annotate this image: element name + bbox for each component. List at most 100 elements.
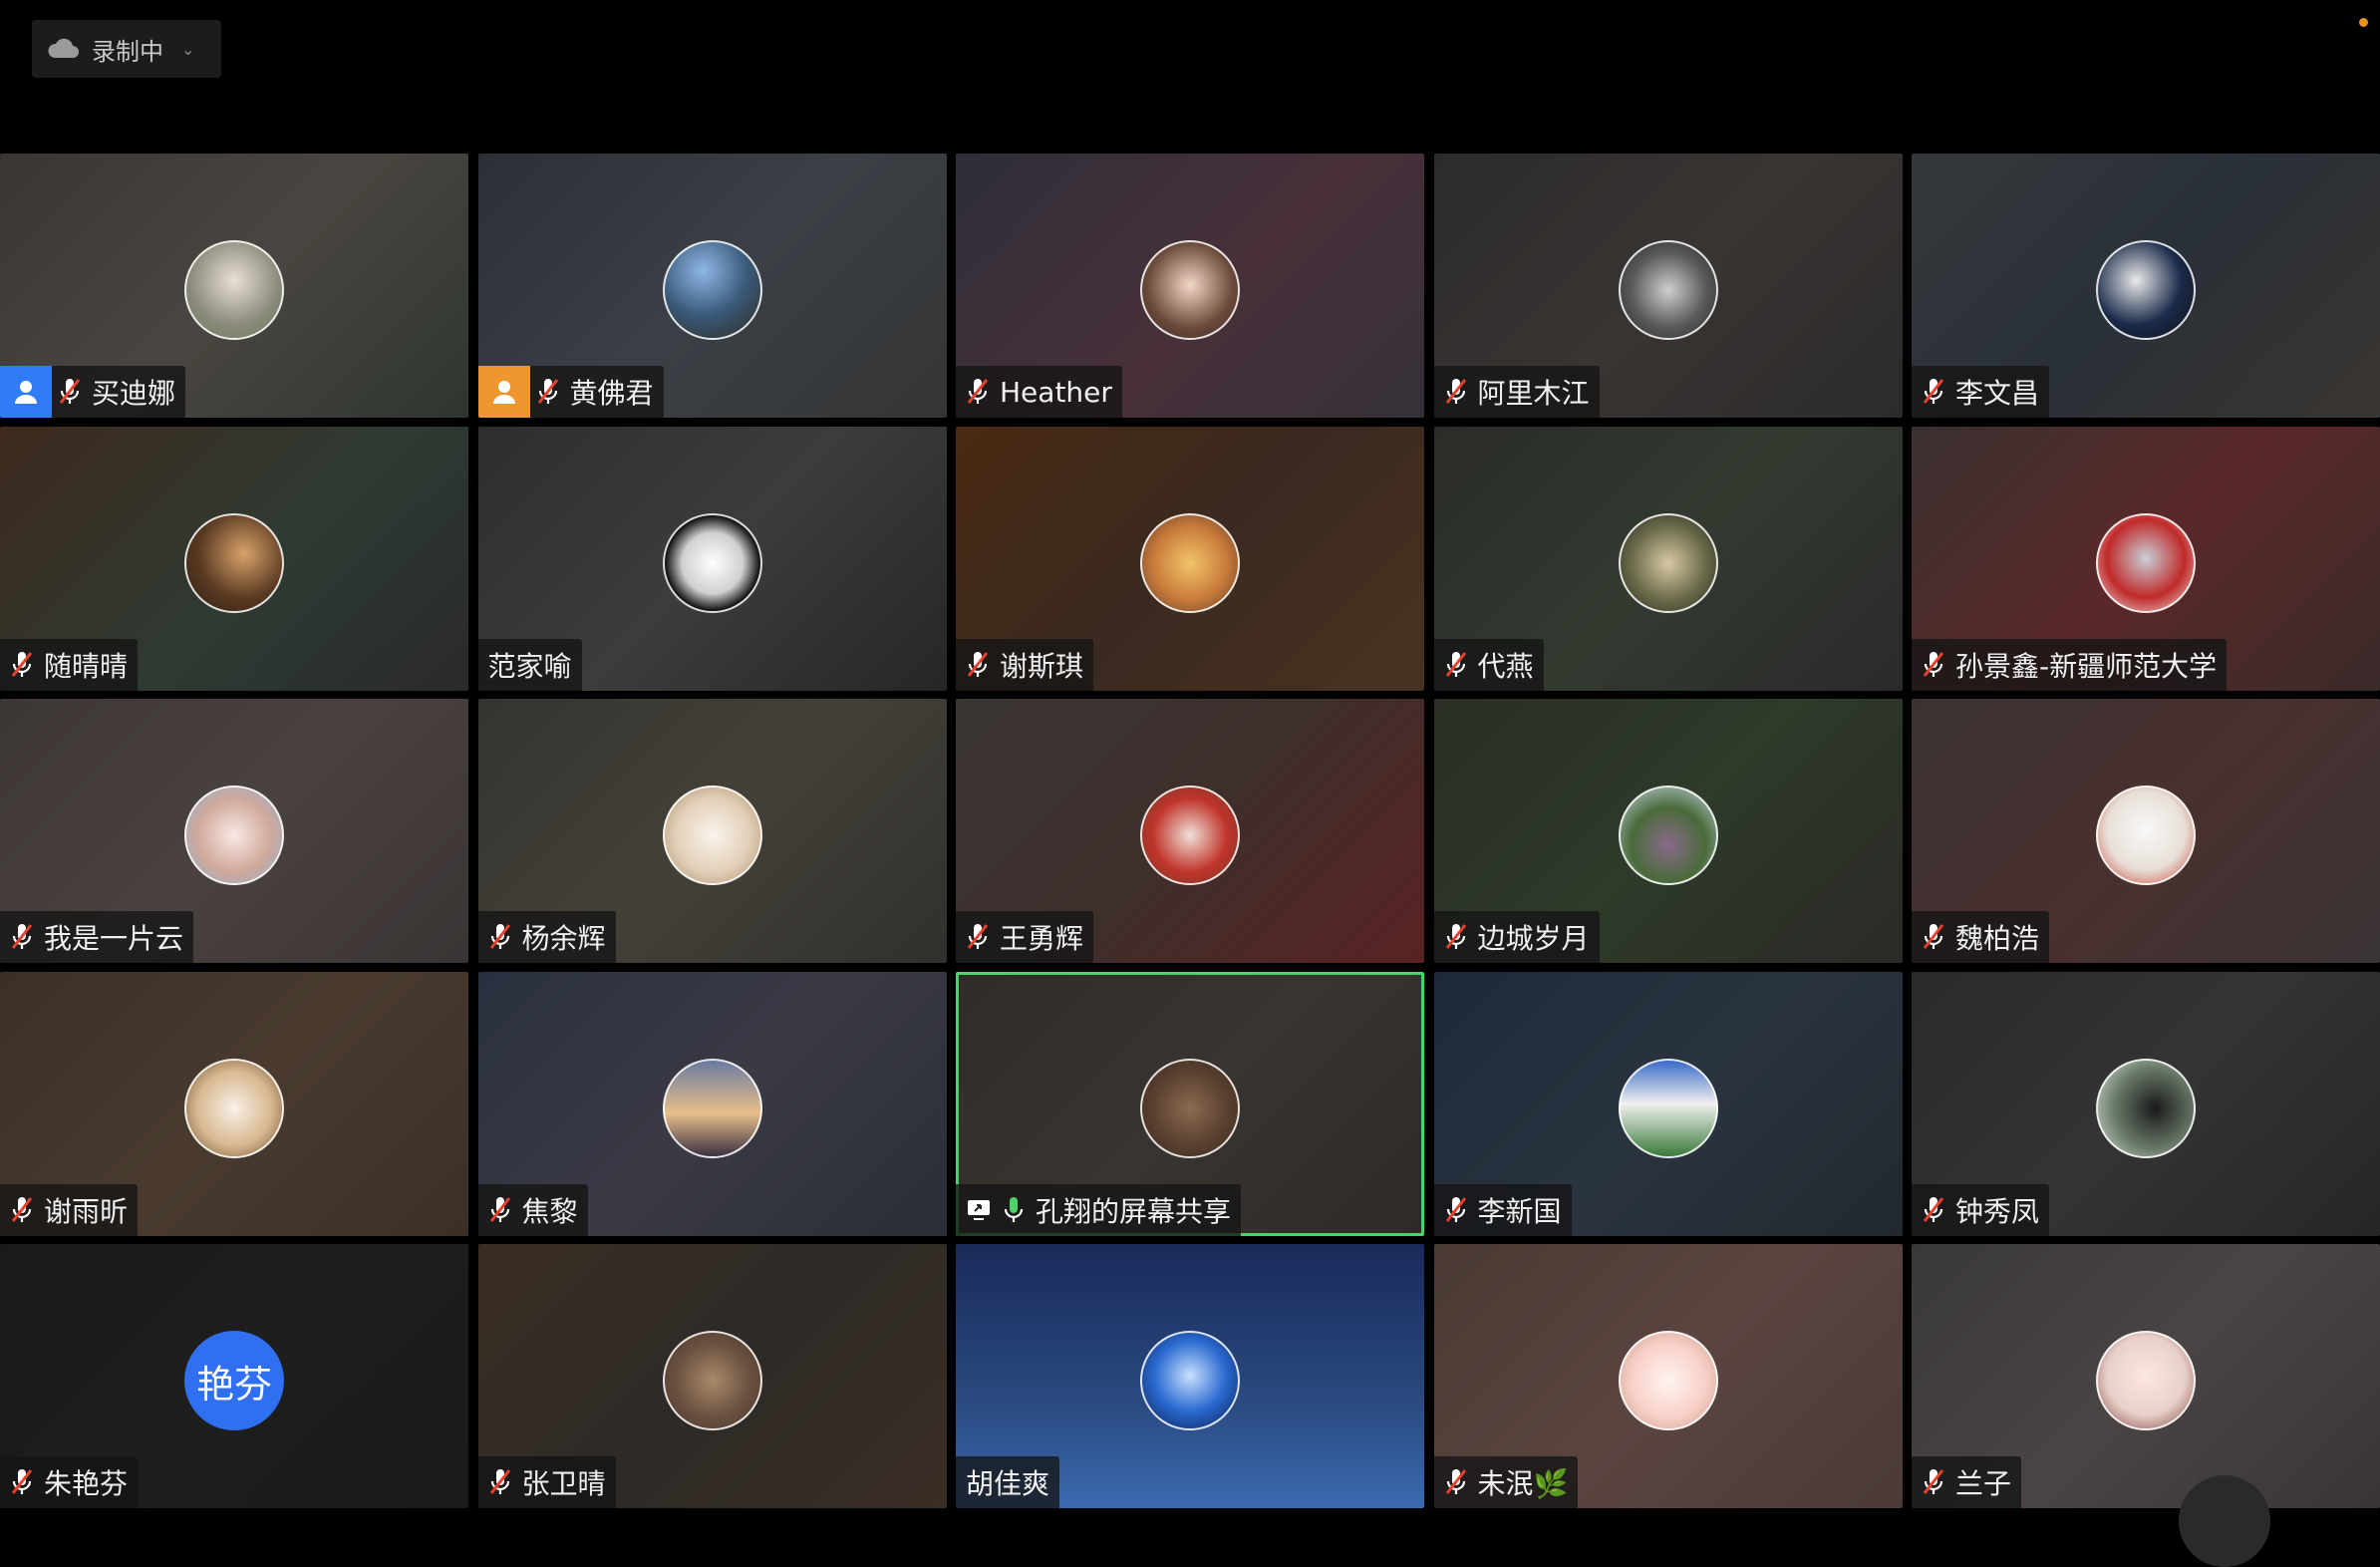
name-tag: 阿里木江 <box>1433 366 1600 418</box>
participant-name: 钟秀凤 <box>1955 1194 2040 1228</box>
name-tag: 黄佛君 <box>477 366 664 418</box>
cartoon-ultraman-icon <box>2096 512 2196 613</box>
participant-tile[interactable]: Heather <box>956 154 1424 418</box>
participant-tile[interactable]: 范家喻 <box>477 426 947 691</box>
participant-name: 王勇辉 <box>1000 922 1084 955</box>
participant-tile[interactable]: 焦黎 <box>477 971 947 1236</box>
name-tag: 谢斯琪 <box>956 638 1094 691</box>
name-tag: 焦黎 <box>477 1183 588 1236</box>
name-tag: 我是一片云 <box>0 911 194 963</box>
mic-muted-icon <box>10 1467 34 1497</box>
cartoon-alice-icon <box>1140 512 1240 613</box>
participant-tile[interactable]: 未泯🌿 <box>1433 1244 1903 1508</box>
cloud-icon <box>48 38 79 58</box>
status-dot <box>2359 18 2368 27</box>
participant-name: 黄佛君 <box>569 377 654 410</box>
mic-muted-icon <box>488 1467 512 1497</box>
participant-tile[interactable]: 王勇辉 <box>956 699 1424 963</box>
name-tag: 李新国 <box>1433 1183 1572 1236</box>
participant-name: Heather <box>1000 375 1112 409</box>
participant-tile[interactable]: 李文昌 <box>1912 154 2380 418</box>
name-tag: 李文昌 <box>1912 366 2050 418</box>
host-icon <box>0 366 52 418</box>
name-tag: 兰子 <box>1912 1456 2022 1508</box>
participant-tile[interactable]: 黄佛君 <box>477 154 947 418</box>
mic-muted-icon <box>1444 922 1468 952</box>
participant-name: 焦黎 <box>521 1194 578 1228</box>
participant-name: 胡佳爽 <box>966 1467 1050 1500</box>
participant-tile[interactable]: 艳芬朱艳芬 <box>0 1244 468 1508</box>
participant-name: 李文昌 <box>1955 377 2040 410</box>
name-tag: 范家喻 <box>477 638 582 691</box>
participant-tile[interactable]: 谢斯琪 <box>956 426 1424 691</box>
photo-dog-icon <box>184 1058 284 1158</box>
photo-tea-icon <box>1140 1058 1240 1158</box>
participant-name: 张卫晴 <box>521 1467 606 1500</box>
participant-tile[interactable]: 钟秀凤 <box>1912 971 2380 1236</box>
participant-tile[interactable]: 胡佳爽 <box>956 1244 1424 1508</box>
cartoon-mario-icon <box>2096 785 2196 885</box>
participant-tile[interactable]: 兰子 <box>1912 1244 2380 1508</box>
mic-muted-icon <box>966 650 990 680</box>
participant-name: 阿里木江 <box>1477 377 1590 410</box>
avatar-text: 艳芬 <box>184 1331 284 1430</box>
participant-tile[interactable]: 张卫晴 <box>477 1244 947 1508</box>
name-tag: 张卫晴 <box>477 1456 616 1508</box>
participant-tile[interactable]: 我是一片云 <box>0 699 468 963</box>
participant-tile[interactable]: 孙景鑫-新疆师范大学 <box>1912 426 2380 691</box>
photo-family-icon <box>1140 785 1240 885</box>
mic-muted-icon <box>1444 1467 1468 1497</box>
participant-tile[interactable]: 孔翔的屏幕共享 <box>956 971 1424 1236</box>
name-tag: 王勇辉 <box>956 911 1094 963</box>
screen-share-icon <box>966 1197 992 1223</box>
name-tag: Heather <box>956 366 1122 418</box>
participant-tile[interactable]: 代燕 <box>1433 426 1903 691</box>
participant-tile[interactable]: 魏柏浩 <box>1912 699 2380 963</box>
participant-name: 杨余辉 <box>521 922 606 955</box>
name-tag: 孙景鑫-新疆师范大学 <box>1912 638 2228 691</box>
participant-grid: 买迪娜 黄佛君 Heather 阿里木江 李文昌随晴晴 范家喻 谢斯琪 代燕 孙景鑫-新疆师范大… <box>0 154 2380 1508</box>
name-tag: 魏柏浩 <box>1912 911 2050 963</box>
participant-tile[interactable]: 谢雨昕 <box>0 971 468 1236</box>
mic-muted-icon <box>10 922 34 952</box>
participant-name: 孙景鑫-新疆师范大学 <box>1955 649 2218 683</box>
participant-tile[interactable]: 买迪娜 <box>0 154 468 418</box>
cartoon-mouse-icon <box>1618 1331 1718 1430</box>
name-tag: 钟秀凤 <box>1912 1183 2050 1236</box>
photo-reading-icon <box>2096 1058 2196 1158</box>
participant-name: 随晴晴 <box>44 649 129 683</box>
chevron-down-icon[interactable]: ⌄ <box>181 40 194 59</box>
photo-woman-icon <box>184 512 284 613</box>
mic-muted-icon <box>1922 922 1945 952</box>
participant-name: 未泯🌿 <box>1477 1467 1569 1500</box>
mic-muted-icon <box>488 922 512 952</box>
photo-man-icon <box>1618 240 1718 340</box>
photo-sunset-icon <box>662 1058 762 1158</box>
participant-tile[interactable]: 边城岁月 <box>1433 699 1903 963</box>
participant-tile[interactable]: 杨余辉 <box>477 699 947 963</box>
floating-mic-button[interactable] <box>2179 1475 2270 1567</box>
photo-tree-icon <box>1140 1331 1240 1430</box>
name-tag: 边城岁月 <box>1433 911 1600 963</box>
mic-muted-icon <box>966 377 990 407</box>
name-tag: 代燕 <box>1433 638 1544 691</box>
cohost-icon <box>477 366 530 418</box>
participant-name: 朱艳芬 <box>44 1467 129 1500</box>
mic-muted-icon <box>10 1195 34 1225</box>
cartoon-anime-icon <box>662 512 762 613</box>
name-tag: 未泯🌿 <box>1433 1456 1579 1508</box>
participant-name: 范家喻 <box>487 649 572 683</box>
participant-tile[interactable]: 李新国 <box>1433 971 1903 1236</box>
recording-indicator[interactable]: 录制中 ⌄ <box>32 20 221 78</box>
recording-label: 录制中 <box>92 37 163 66</box>
participant-tile[interactable]: 随晴晴 <box>0 426 468 691</box>
photo-silhouette-icon <box>662 1331 762 1430</box>
participant-tile[interactable]: 阿里木江 <box>1433 154 1903 418</box>
participant-name: 买迪娜 <box>92 377 176 410</box>
participant-name: 谢雨昕 <box>44 1194 129 1228</box>
mic-muted-icon <box>58 377 82 407</box>
participant-name: 魏柏浩 <box>1955 922 2040 955</box>
photo-landscape-icon <box>662 240 762 340</box>
participant-name: 我是一片云 <box>44 922 184 955</box>
mic-on-icon <box>1002 1195 1026 1225</box>
